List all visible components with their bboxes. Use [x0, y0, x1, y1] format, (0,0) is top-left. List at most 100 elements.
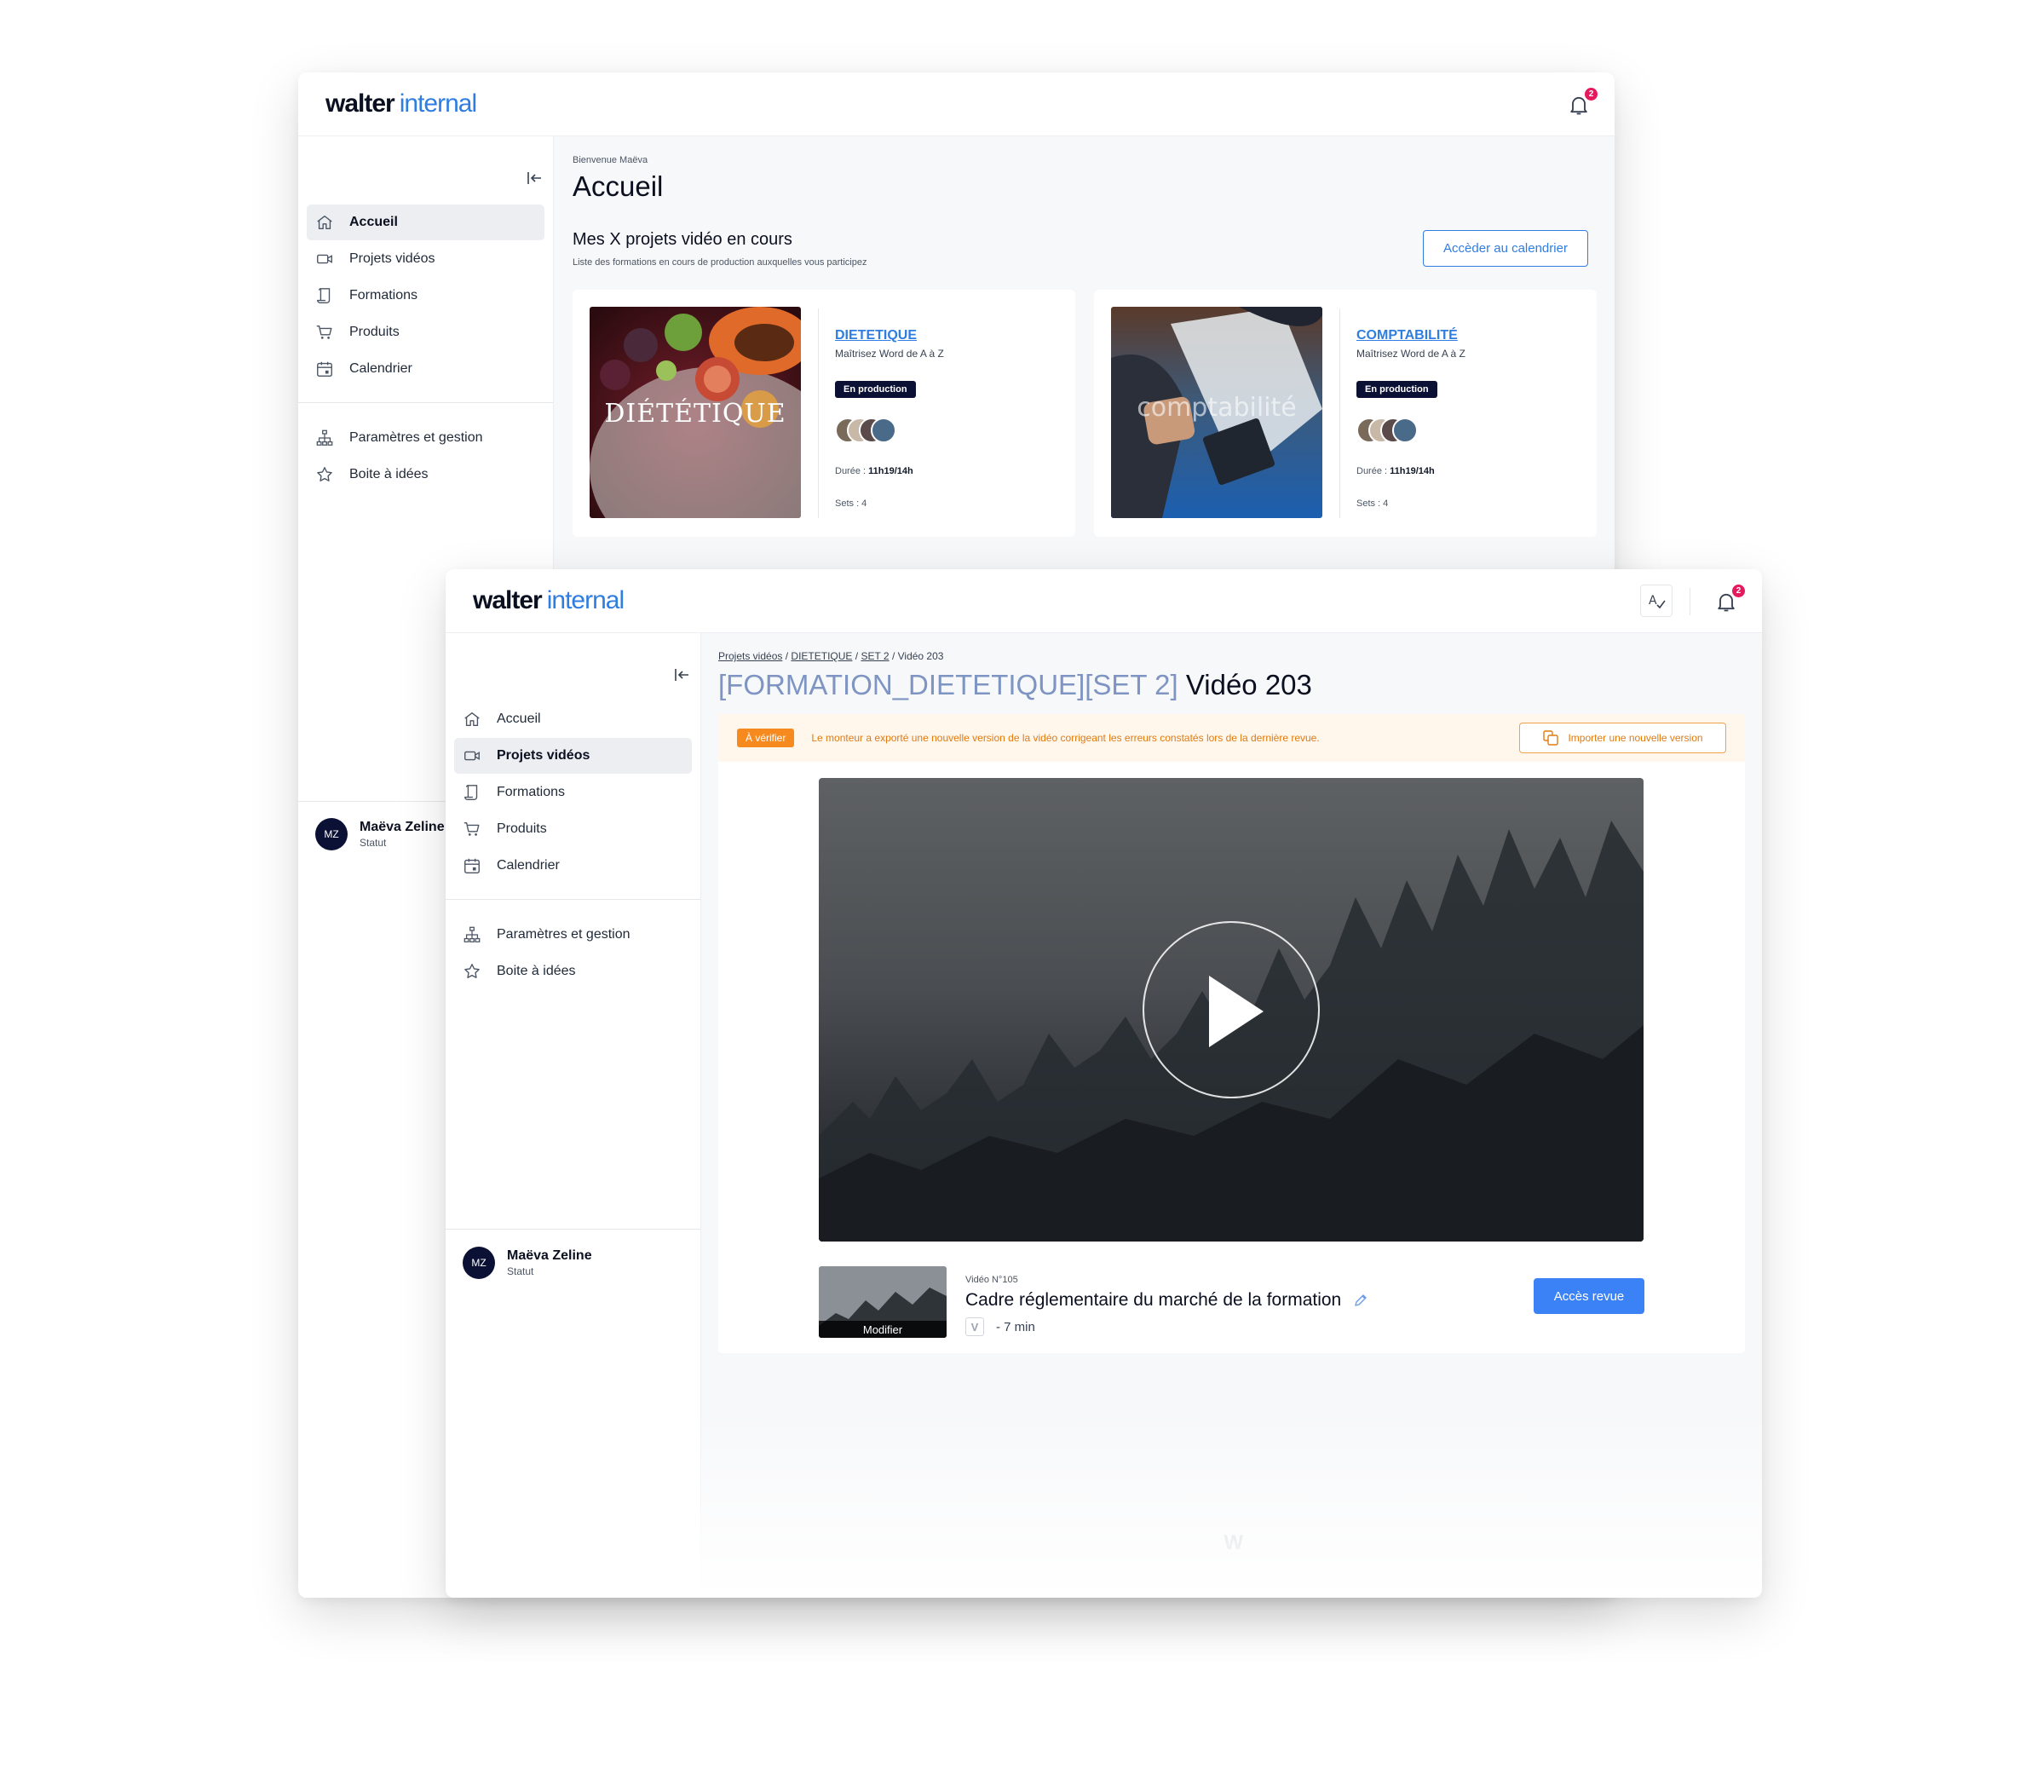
nav-item-parametres[interactable]: Paramètres et gestion	[307, 420, 544, 456]
duration-value: 11h19/14h	[868, 466, 913, 476]
spellcheck-button[interactable]: A	[1640, 585, 1673, 617]
notifications-button[interactable]: 2	[1714, 585, 1745, 614]
avatar: MZ	[463, 1247, 495, 1279]
breadcrumb-projets[interactable]: Projets vidéos	[718, 650, 782, 662]
nav-item-formations[interactable]: Formations	[454, 775, 692, 810]
nav-item-projets-videos[interactable]: Projets vidéos	[307, 241, 544, 277]
edit-thumbnail-button[interactable]: Modifier	[819, 1321, 947, 1338]
title-main: Vidéo 203	[1185, 669, 1312, 700]
breadcrumb-set[interactable]: SET 2	[861, 650, 889, 662]
project-sets: Sets : 4	[1356, 498, 1389, 509]
avatar	[871, 418, 896, 443]
nav-label: Calendrier	[349, 361, 412, 376]
home-icon	[464, 712, 480, 727]
nav-item-boite-idees[interactable]: Boite à idées	[307, 457, 544, 493]
nav-item-calendrier[interactable]: Calendrier	[307, 351, 544, 387]
breadcrumb-formation[interactable]: DIETETIQUE	[791, 650, 852, 662]
nav-item-boite-idees[interactable]: Boite à idées	[454, 954, 692, 989]
calendar-icon	[317, 361, 332, 377]
user-profile[interactable]: MZ Maëva Zeline Statut	[315, 818, 445, 850]
nav-divider	[446, 899, 700, 900]
vimeo-icon: V	[965, 1317, 984, 1336]
nav-label: Accueil	[497, 712, 541, 726]
breadcrumb-separator: /	[785, 650, 789, 662]
breadcrumb: Projets vidéos / DIETETIQUE / SET 2 / Vi…	[718, 650, 943, 662]
project-card-comptabilite[interactable]: comptabilité COMPTABILITÉ Maîtrisez Word…	[1094, 290, 1597, 537]
page-title: [FORMATION_DIETETIQUE][SET 2] Vidéo 203	[718, 669, 1312, 701]
notifications-button[interactable]: 2	[1567, 88, 1598, 117]
sidebar: Accueil Projets vidéos Formations Produi…	[446, 633, 701, 1598]
project-thumbnail[interactable]: comptabilité	[1111, 307, 1322, 518]
thumbnail-text: DIÉTÉTIQUE	[604, 398, 786, 429]
logo-part-internal: internal	[546, 586, 625, 614]
nav-item-produits[interactable]: Produits	[454, 811, 692, 847]
nav-label: Projets vidéos	[497, 748, 590, 763]
collapse-left-icon	[527, 172, 541, 184]
sidebar-divider	[446, 1229, 700, 1230]
duration-label: Durée :	[1356, 466, 1388, 476]
avatar: MZ	[315, 818, 348, 850]
logo-part-internal: internal	[399, 89, 477, 118]
copy-icon	[1543, 730, 1559, 746]
cart-icon	[463, 821, 480, 836]
participant-avatars[interactable]	[835, 418, 912, 443]
review-alert: À vérifier Le monteur a exporté une nouv…	[718, 714, 1745, 762]
video-main: Projets vidéos / DIETETIQUE / SET 2 / Vi…	[701, 633, 1762, 1598]
nav-item-parametres[interactable]: Paramètres et gestion	[454, 917, 692, 953]
collapse-left-icon	[675, 669, 688, 681]
card-divider	[1339, 308, 1340, 518]
calendar-button[interactable]: Accèder au calendrier	[1423, 230, 1588, 267]
notification-count: 2	[1585, 88, 1598, 101]
user-status: Statut	[360, 837, 387, 849]
alert-message: Le monteur a exporté une nouvelle versio…	[811, 732, 1320, 744]
status-badge: À vérifier	[737, 729, 795, 747]
hierarchy-icon	[463, 926, 481, 942]
video-player[interactable]	[819, 778, 1644, 1242]
participant-avatars[interactable]	[1356, 418, 1433, 443]
project-duration: Durée : 11h19/14h	[835, 466, 913, 476]
import-button-label: Importer une nouvelle version	[1568, 732, 1703, 744]
user-profile[interactable]: MZ Maëva Zeline Statut	[463, 1247, 592, 1279]
nav-item-formations[interactable]: Formations	[307, 278, 544, 314]
import-new-version-button[interactable]: Importer une nouvelle version	[1519, 723, 1726, 753]
duration-label: Durée :	[835, 466, 867, 476]
nav-item-accueil[interactable]: Accueil	[454, 701, 692, 737]
brand-logo[interactable]: walter internal	[325, 89, 477, 118]
nav-label: Accueil	[349, 215, 398, 229]
nav-label: Formations	[497, 785, 566, 799]
pencil-icon[interactable]	[1353, 1293, 1368, 1308]
collapse-sidebar-button[interactable]	[673, 666, 692, 684]
project-subtitle: Maîtrisez Word de A à Z	[835, 348, 944, 360]
thumbnail-text: comptabilité	[1137, 393, 1297, 423]
section-subtitle: Liste des formations en cours de product…	[573, 257, 867, 268]
nav-item-calendrier[interactable]: Calendrier	[454, 848, 692, 884]
project-title-link[interactable]: DIETETIQUE	[835, 328, 917, 343]
status-badge: En production	[835, 381, 916, 398]
nav-label: Calendrier	[497, 858, 560, 873]
video-meta: V - 7 min	[965, 1317, 1035, 1336]
main-nav: Accueil Projets vidéos Formations Produi…	[446, 701, 700, 990]
logo-part-walter: walter	[473, 586, 543, 614]
review-access-button[interactable]: Accès revue	[1534, 1278, 1644, 1314]
nav-label: Formations	[349, 288, 418, 303]
nav-item-produits[interactable]: Produits	[307, 314, 544, 350]
nav-label: Produits	[349, 325, 400, 339]
notification-count: 2	[1732, 585, 1745, 597]
top-bar: walter internal A 2	[446, 569, 1762, 633]
project-thumbnail[interactable]: DIÉTÉTIQUE	[590, 307, 801, 518]
play-button[interactable]	[1143, 921, 1320, 1098]
video-thumbnail[interactable]: Modifier	[819, 1266, 947, 1338]
project-title-link[interactable]: COMPTABILITÉ	[1356, 328, 1458, 343]
project-sets: Sets : 4	[835, 498, 867, 509]
video-duration: - 7 min	[996, 1319, 1035, 1334]
accounting-desk-image: comptabilité	[1111, 307, 1322, 518]
brand-logo[interactable]: walter internal	[473, 586, 625, 615]
nav-item-projets-videos[interactable]: Projets vidéos	[454, 738, 692, 774]
nav-divider	[298, 402, 553, 403]
breadcrumb-separator: /	[891, 650, 895, 662]
nav-label: Paramètres et gestion	[349, 430, 483, 445]
nav-item-accueil[interactable]: Accueil	[307, 205, 544, 240]
play-icon	[1209, 976, 1264, 1047]
collapse-sidebar-button[interactable]	[526, 169, 544, 187]
project-card-dietetique[interactable]: DIÉTÉTIQUE DIETETIQUE Maîtrisez Word de …	[573, 290, 1075, 537]
